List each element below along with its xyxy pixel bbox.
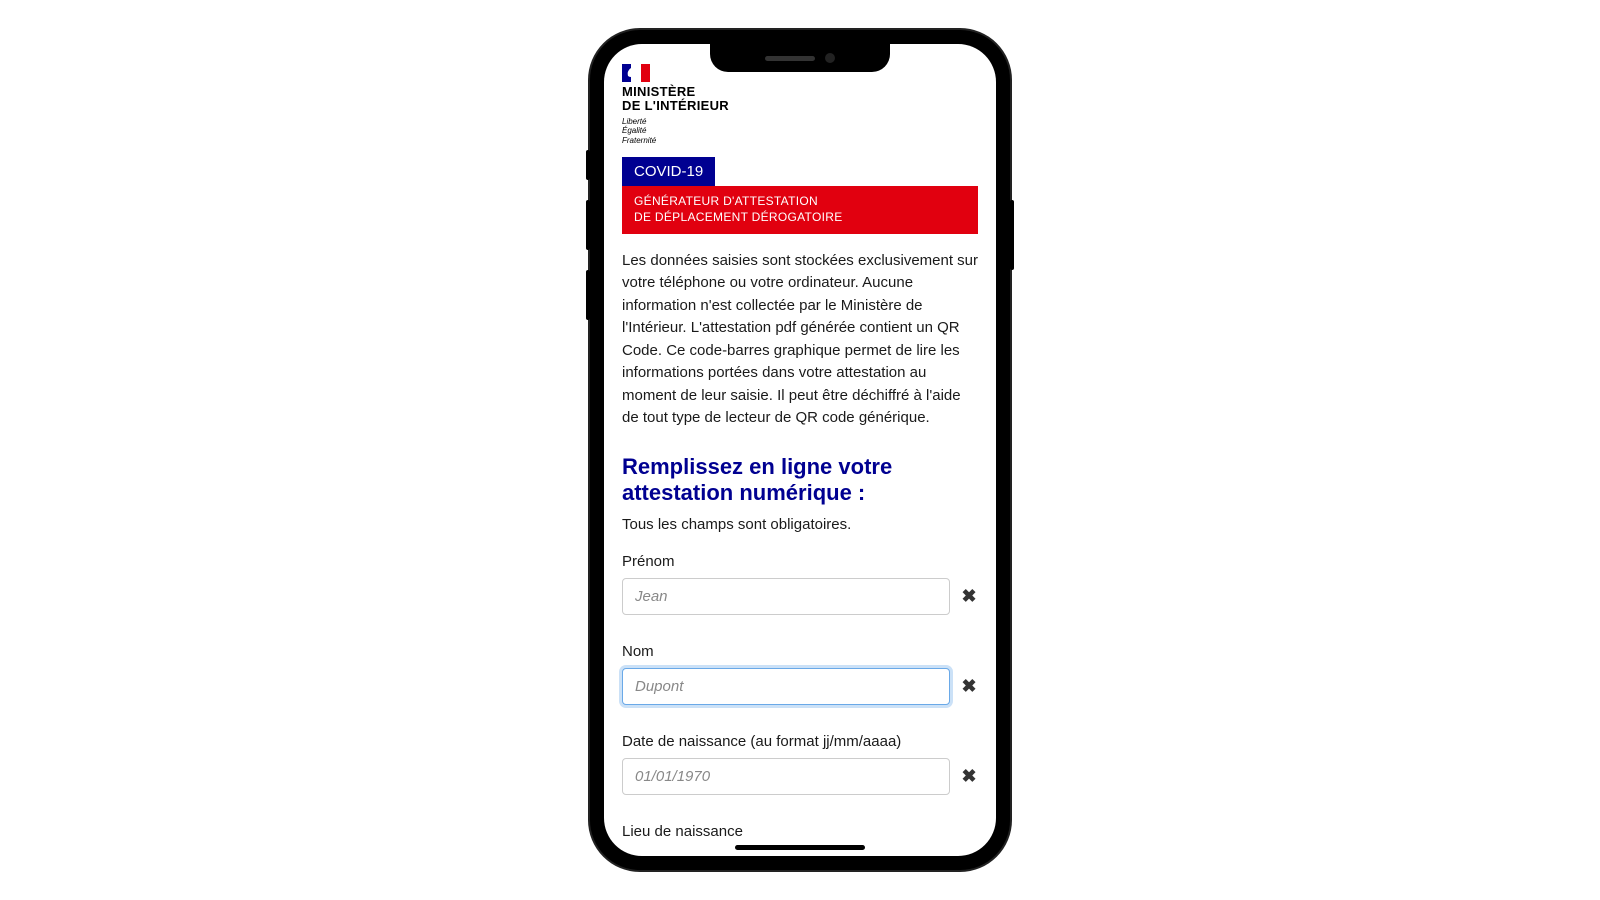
birthdate-input[interactable] — [622, 758, 950, 795]
clear-icon[interactable]: ✖ — [960, 676, 978, 697]
page-content: MINISTÈRE DE L'INTÉRIEUR Liberté Égalité… — [604, 44, 996, 856]
banner-group: COVID-19 GÉNÉRATEUR D'ATTESTATION DE DÉP… — [622, 157, 978, 233]
phone-side-buttons-right — [1010, 200, 1014, 270]
phone-frame: MINISTÈRE DE L'INTÉRIEUR Liberté Égalité… — [590, 30, 1010, 870]
phone-screen: MINISTÈRE DE L'INTÉRIEUR Liberté Égalité… — [604, 44, 996, 856]
lastname-label: Nom — [622, 643, 978, 660]
form-group-birthdate: Date de naissance (au format jj/mm/aaaa)… — [622, 733, 978, 795]
form-subtitle: Tous les champs sont obligatoires. — [622, 516, 978, 533]
home-indicator — [735, 845, 865, 850]
firstname-label: Prénom — [622, 553, 978, 570]
generator-banner: GÉNÉRATEUR D'ATTESTATION DE DÉPLACEMENT … — [622, 186, 978, 233]
form-title: Remplissez en ligne votre attestation nu… — [622, 454, 978, 507]
firstname-input[interactable] — [622, 578, 950, 615]
french-flag-icon — [622, 64, 650, 82]
clear-icon[interactable]: ✖ — [960, 586, 978, 607]
phone-side-buttons-left — [586, 150, 590, 340]
ministry-name: MINISTÈRE DE L'INTÉRIEUR — [622, 85, 978, 114]
phone-notch — [710, 44, 890, 72]
covid-badge: COVID-19 — [622, 157, 715, 186]
clear-icon[interactable]: ✖ — [960, 766, 978, 787]
birthplace-label: Lieu de naissance — [622, 823, 978, 840]
ministry-logo: MINISTÈRE DE L'INTÉRIEUR Liberté Égalité… — [622, 64, 978, 145]
form-group-lastname: Nom ✖ — [622, 643, 978, 705]
motto-text: Liberté Égalité Fraternité — [622, 117, 978, 146]
birthdate-label: Date de naissance (au format jj/mm/aaaa) — [622, 733, 978, 750]
form-group-firstname: Prénom ✖ — [622, 553, 978, 615]
lastname-input[interactable] — [622, 668, 950, 705]
privacy-intro-text: Les données saisies sont stockées exclus… — [622, 250, 978, 430]
